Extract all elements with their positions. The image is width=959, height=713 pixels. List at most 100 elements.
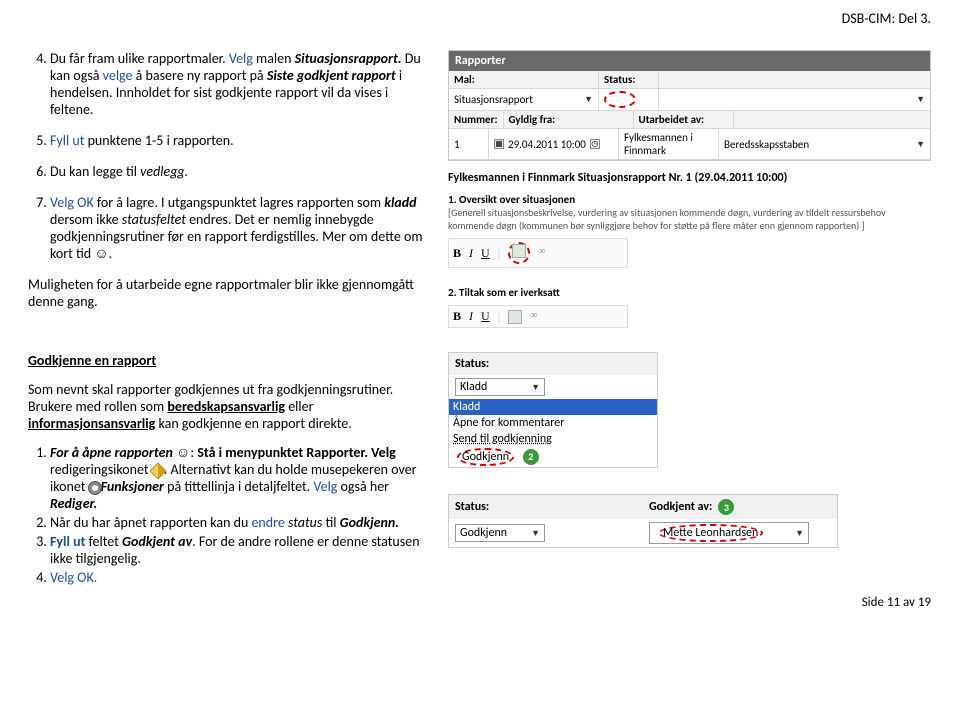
- s1d: redigeringsikonet: [50, 461, 152, 478]
- instr4-velge: velge: [103, 67, 133, 84]
- lbl-utarb-sp: [734, 111, 930, 128]
- report-title: Fylkesmannen i Finnmark Situasjonsrappor…: [448, 171, 931, 185]
- approve-steps: For å åpne rapporten ☺: Stå i menypunkte…: [28, 444, 428, 586]
- panel-labels-row1: Mal: Status:: [449, 71, 930, 89]
- step-1: For å åpne rapporten ☺: Stå i menypunkte…: [50, 444, 428, 512]
- editor-toolbar-1: B I U | ∞: [448, 238, 628, 268]
- toolbar-divider: |: [498, 309, 500, 324]
- instruction-list-5: Fyll ut punktene 1-5 i rapporten.: [28, 132, 428, 149]
- status-opt-godkjenn[interactable]: Godkjenn 2: [449, 447, 657, 467]
- status-opt-apne[interactable]: Åpne for kommentarer: [449, 415, 657, 431]
- lbl-mal: Mal:: [449, 71, 599, 88]
- instr4-t3: malen: [253, 50, 295, 67]
- s1a: For å åpne rapporten: [50, 444, 173, 461]
- instr7-statusfeltet: statusfeltet: [122, 211, 186, 228]
- val-mal[interactable]: Situasjonsrapport ▼: [449, 89, 599, 110]
- godkjenn-highlight: Godkjenn: [457, 448, 514, 466]
- editor-toolbar-2: B I U | ∞: [448, 305, 628, 328]
- image-icon[interactable]: [512, 244, 526, 258]
- rapporter-panel: Rapporter Mal: Status: Situasjonsrapport…: [448, 50, 931, 161]
- chevron-down-icon: ▼: [795, 528, 804, 539]
- lbl-status-empty: [659, 71, 930, 88]
- underline-button[interactable]: U: [481, 309, 490, 324]
- instruction-list-7: Velg OK for å lagre. I utgangspunktet la…: [28, 194, 428, 262]
- lower-section: Godkjenne en rapport Som nevnt skal rapp…: [28, 352, 931, 600]
- val-gyldig[interactable]: ▦ 29.04.2011 10:00 ◷: [489, 129, 619, 159]
- chevron-down-icon: ▼: [916, 139, 925, 150]
- instr4-t7: å basere ny rapport på: [132, 67, 266, 84]
- panel-values-row2: 1 ▦ 29.04.2011 10:00 ◷ Fylkesmannen i Fi…: [449, 129, 930, 160]
- lbl-gyldig: Gyldig fra:: [504, 111, 634, 128]
- s1i: også her: [337, 478, 389, 495]
- status-opt-send[interactable]: Send til godkjenning: [449, 431, 657, 447]
- status2-value: Godkjenn: [460, 526, 507, 540]
- val-status-cell[interactable]: [599, 89, 659, 110]
- lbl-utarb: Utarbeidet av:: [634, 111, 734, 128]
- val-utarb1[interactable]: Fylkesmannen i Finnmark: [619, 129, 719, 159]
- sub2-num: 2.: [448, 286, 457, 299]
- badge-3: 3: [718, 499, 734, 515]
- chevron-down-icon: ▼: [916, 94, 925, 105]
- italic-button[interactable]: I: [469, 309, 473, 324]
- link-icon[interactable]: ∞: [530, 310, 544, 324]
- instr-4: Du får fram ulike rapportmaler. Velg mal…: [50, 50, 428, 118]
- status-opt-kladd[interactable]: Kladd: [449, 399, 657, 415]
- page-footer: Side 11 av 19: [862, 595, 931, 610]
- s3b: feltet: [85, 533, 122, 550]
- status2-select[interactable]: Godkjenn ▼: [455, 524, 545, 542]
- instr7-t4: dersom ikke: [50, 211, 122, 228]
- status-select[interactable]: Kladd ▼: [455, 378, 545, 396]
- lbl-nummer: Nummer:: [449, 111, 504, 128]
- s3a: Fyll ut: [50, 533, 85, 550]
- instr4-siste: Siste godkjent rapport: [267, 67, 396, 84]
- godav-select[interactable]: Mette Leonhardsen ▼: [649, 522, 809, 544]
- godav-highlight: Mette Leonhardsen: [658, 524, 763, 542]
- italic-button[interactable]: I: [469, 246, 473, 261]
- s1f: Funksjoner: [101, 478, 164, 495]
- s1c: Stå i menypunktet Rapporter. Velg: [197, 444, 396, 461]
- instr5-rest: punktene 1-5 i rapporten.: [84, 132, 233, 149]
- val-nummer[interactable]: 1: [449, 129, 489, 159]
- clock-icon: ◷: [590, 139, 600, 149]
- gear-icon: [89, 482, 101, 494]
- val-utarb1-text: Fylkesmannen i Finnmark: [624, 131, 713, 157]
- panel-labels-row2: Nummer: Gyldig fra: Utarbeidet av:: [449, 111, 930, 129]
- lbl-godav-text: Godkjent av:: [649, 500, 712, 514]
- bold-button[interactable]: B: [453, 309, 461, 324]
- report-sub1-body: [Generell situasjonsbeskrivelse, vurderi…: [448, 206, 931, 232]
- val-utarb2-text: Beredsskapsstaben: [724, 138, 809, 151]
- val-status-drop[interactable]: ▼: [659, 89, 930, 110]
- instr-5: Fyll ut punktene 1-5 i rapporten.: [50, 132, 428, 149]
- s4a: Velg OK.: [50, 569, 97, 586]
- status-dropdown-open: Status: Kladd ▼ Kladd Åpne for kommentar…: [448, 352, 658, 468]
- image-icon[interactable]: [508, 310, 522, 324]
- status-current-select[interactable]: Kladd ▼: [449, 375, 657, 399]
- status-godkjent-av-box: Status: Godkjent av: 3 Godkjenn ▼ Met: [448, 494, 838, 548]
- lbl-status2: Status:: [449, 495, 643, 519]
- s2e: Godkjenn.: [340, 514, 399, 531]
- appr-info: informasjonsansvarlig: [28, 415, 155, 432]
- note-templates: Muligheten for å utarbeide egne rapportm…: [28, 276, 428, 310]
- step-2: Når du har åpnet rapporten kan du endre …: [50, 514, 428, 531]
- s2b: endre: [251, 514, 288, 531]
- chevron-down-icon: ▼: [531, 528, 540, 539]
- bold-button[interactable]: B: [453, 246, 461, 261]
- godav-value: Mette Leonhardsen: [663, 526, 758, 540]
- link-icon[interactable]: ∞: [538, 246, 552, 260]
- instr7-t2: for å lagre. I utgangspunktet lagres rap…: [94, 194, 384, 211]
- step-4: Velg OK.: [50, 569, 428, 586]
- s1h: Velg: [313, 478, 337, 495]
- chevron-down-icon: ▼: [584, 94, 593, 105]
- s1g: på tittellinja i detaljfeltet.: [164, 478, 313, 495]
- instr-7: Velg OK for å lagre. I utgangspunktet la…: [50, 194, 428, 262]
- val-utarb2[interactable]: Beredsskapsstaben ▼: [719, 129, 930, 159]
- val-godav[interactable]: Mette Leonhardsen ▼: [643, 519, 837, 547]
- report-sub2: 2. Tiltak som er iverksatt: [448, 286, 931, 299]
- val-status2[interactable]: Godkjenn ▼: [449, 519, 643, 547]
- calendar-icon: ▦: [494, 139, 504, 149]
- doc-tag: DSB-CIM: Del 3.: [842, 10, 931, 27]
- instr-6: Du kan legge til vedlegg.: [50, 163, 428, 180]
- status-label: Status:: [449, 353, 657, 375]
- underline-button[interactable]: U: [481, 246, 490, 261]
- panel-values-row1: Situasjonsrapport ▼ ▼: [449, 89, 930, 111]
